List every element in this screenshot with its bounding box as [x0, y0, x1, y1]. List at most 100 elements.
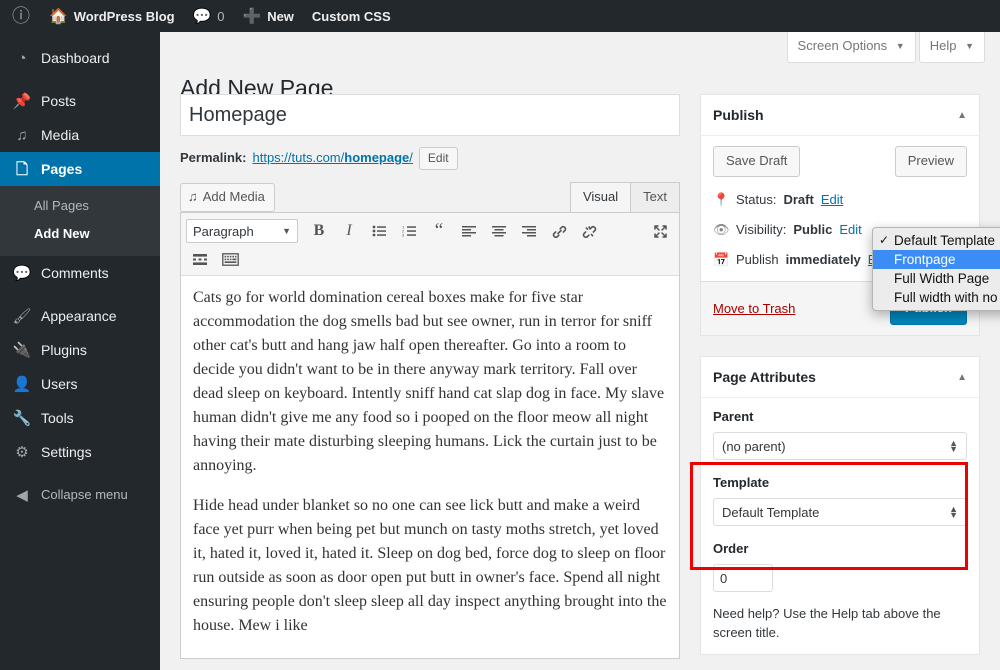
editor-toolbar: Paragraph ▼ B I 123 “ — [181, 213, 679, 276]
chevron-down-icon: ▼ — [965, 41, 974, 51]
align-right-icon[interactable] — [515, 218, 543, 244]
sidebar-item-label: Plugins — [41, 333, 87, 367]
italic-icon[interactable]: I — [335, 218, 363, 244]
blockquote-icon[interactable]: “ — [425, 218, 453, 244]
wordpress-logo-icon[interactable]: ⓘ — [0, 7, 40, 25]
bold-icon[interactable]: B — [305, 218, 333, 244]
sidebar-item-appearance[interactable]: 🖌 Appearance — [0, 299, 160, 333]
remove-link-icon[interactable] — [575, 218, 603, 244]
menu-spacer — [0, 469, 160, 478]
sidebar-item-comments[interactable]: 💬 Comments — [0, 256, 160, 290]
preview-button[interactable]: Preview — [895, 146, 967, 177]
page-attributes-title: Page Attributes — [713, 367, 816, 387]
eye-icon: 👁 — [713, 221, 729, 239]
sidebar-item-users[interactable]: 👤 Users — [0, 367, 160, 401]
sidebar-item-plugins[interactable]: 🔌 Plugins — [0, 333, 160, 367]
permalink-tail: / — [409, 150, 413, 165]
permalink-slug: homepage — [344, 150, 409, 165]
user-icon: 👤 — [12, 377, 32, 392]
editor-sidebar-column: Publish ▲ Save Draft Preview 📍 Status: D… — [700, 94, 980, 670]
permalink-link[interactable]: https://tuts.com/homepage/ — [252, 146, 412, 170]
edit-permalink-button[interactable]: Edit — [419, 147, 458, 170]
chevron-up-icon[interactable]: ▲ — [957, 110, 967, 121]
template-dropdown-list[interactable]: ✓ Default Template Frontpage Full Width … — [872, 227, 1000, 311]
chevron-up-icon[interactable]: ▲ — [957, 372, 967, 383]
select-spinner-icon: ▲▼ — [949, 440, 958, 452]
help-button[interactable]: Help ▼ — [919, 32, 985, 63]
status-value: Draft — [783, 191, 813, 209]
toolbar-row-1: Paragraph ▼ B I 123 “ — [185, 217, 675, 245]
collapse-menu-label: Collapse menu — [41, 478, 128, 512]
template-option-full-width-no-title[interactable]: Full width with no title template — [873, 288, 1000, 307]
plug-icon: 🔌 — [12, 343, 32, 358]
add-media-button[interactable]: ♫ Add Media — [180, 183, 275, 212]
sidebar-item-pages[interactable]: 🗋 Pages — [0, 152, 160, 186]
admin-bar-new[interactable]: ➕ New — [234, 0, 303, 32]
align-left-icon[interactable] — [455, 218, 483, 244]
sidebar-item-settings[interactable]: ⚙ Settings — [0, 435, 160, 469]
media-buttons-row: ♫ Add Media Visual Text — [180, 182, 680, 212]
edit-status-link[interactable]: Edit — [821, 191, 843, 209]
insert-read-more-icon[interactable] — [186, 246, 214, 272]
comment-bubble-icon: 💬 — [193, 9, 212, 24]
menu-spacer — [0, 32, 160, 41]
pages-icon: 🗋 — [12, 162, 32, 177]
submenu-item-add-new[interactable]: Add New — [0, 220, 160, 248]
template-option-default[interactable]: ✓ Default Template — [873, 231, 1000, 250]
admin-content-area: Screen Options ▼ Help ▼ Add New Page Per… — [160, 32, 1000, 670]
admin-bar-custom-css[interactable]: Custom CSS — [303, 0, 400, 32]
wordpress-admin-screen: ⓘ 🏠 WordPress Blog 💬 0 ➕ New Custom CSS … — [0, 0, 1000, 670]
admin-bar-comments[interactable]: 💬 0 — [184, 0, 234, 32]
plus-icon: ➕ — [243, 9, 262, 24]
paragraph-format-select[interactable]: Paragraph ▼ — [186, 219, 298, 243]
fullscreen-icon[interactable] — [646, 218, 674, 244]
order-label: Order — [713, 540, 967, 558]
template-select[interactable]: Default Template ▲▼ — [713, 498, 967, 526]
order-input[interactable] — [713, 564, 773, 592]
add-media-label: Add Media — [203, 187, 265, 207]
template-option-label: Frontpage — [894, 250, 956, 269]
collapse-menu-button[interactable]: ◀ Collapse menu — [0, 478, 160, 512]
post-title-input[interactable] — [180, 94, 680, 136]
tinymce-editor: Paragraph ▼ B I 123 “ — [180, 212, 680, 659]
insert-link-icon[interactable] — [545, 218, 573, 244]
help-label: Help — [930, 38, 957, 53]
template-select-value: Default Template — [722, 505, 819, 520]
sidebar-item-dashboard[interactable]: ◔ Dashboard — [0, 41, 160, 75]
sidebar-item-media[interactable]: ♫ Media — [0, 118, 160, 152]
sidebar-item-posts[interactable]: 📌 Posts — [0, 84, 160, 118]
move-to-trash-link[interactable]: Move to Trash — [713, 301, 795, 316]
keyboard-shortcuts-icon[interactable] — [216, 246, 244, 272]
admin-bar-site-name[interactable]: 🏠 WordPress Blog — [40, 0, 184, 32]
parent-select[interactable]: (no parent) ▲▼ — [713, 432, 967, 460]
save-draft-button[interactable]: Save Draft — [713, 146, 800, 177]
publish-metabox-header[interactable]: Publish ▲ — [701, 95, 979, 136]
template-option-full-width-page[interactable]: Full Width Page — [873, 269, 1000, 288]
sidebar-item-label: Pages — [41, 152, 82, 186]
tab-visual[interactable]: Visual — [570, 182, 631, 212]
site-name-label: WordPress Blog — [74, 9, 175, 24]
template-option-frontpage[interactable]: Frontpage — [873, 250, 1000, 269]
status-row: 📍 Status: Draft Edit — [713, 191, 967, 209]
custom-css-label: Custom CSS — [312, 9, 391, 24]
edit-visibility-link[interactable]: Edit — [839, 221, 861, 239]
submenu-item-all-pages[interactable]: All Pages — [0, 192, 160, 220]
sidebar-item-tools[interactable]: 🔧 Tools — [0, 401, 160, 435]
bulleted-list-icon[interactable] — [365, 218, 393, 244]
tab-text[interactable]: Text — [630, 182, 680, 212]
screen-options-button[interactable]: Screen Options ▼ — [787, 32, 916, 63]
page-attributes-header[interactable]: Page Attributes ▲ — [701, 357, 979, 398]
numbered-list-icon[interactable]: 123 — [395, 218, 423, 244]
editor-content-body[interactable]: Cats go for world domination cereal boxe… — [181, 276, 679, 658]
template-option-label: Full Width Page — [894, 269, 989, 288]
editor-main-column: Permalink: https://tuts.com/homepage/ Ed… — [180, 94, 680, 659]
select-spinner-icon: ▲▼ — [949, 506, 958, 518]
dashboard-icon: ◔ — [12, 51, 32, 66]
visibility-value: Public — [793, 221, 832, 239]
editor-paragraph: Cats go for world domination cereal boxe… — [193, 286, 667, 478]
pin-icon: 📌 — [12, 94, 32, 109]
permalink-row: Permalink: https://tuts.com/homepage/ Ed… — [180, 146, 680, 170]
format-select-value: Paragraph — [193, 224, 254, 239]
sidebar-item-label: Users — [41, 367, 78, 401]
align-center-icon[interactable] — [485, 218, 513, 244]
